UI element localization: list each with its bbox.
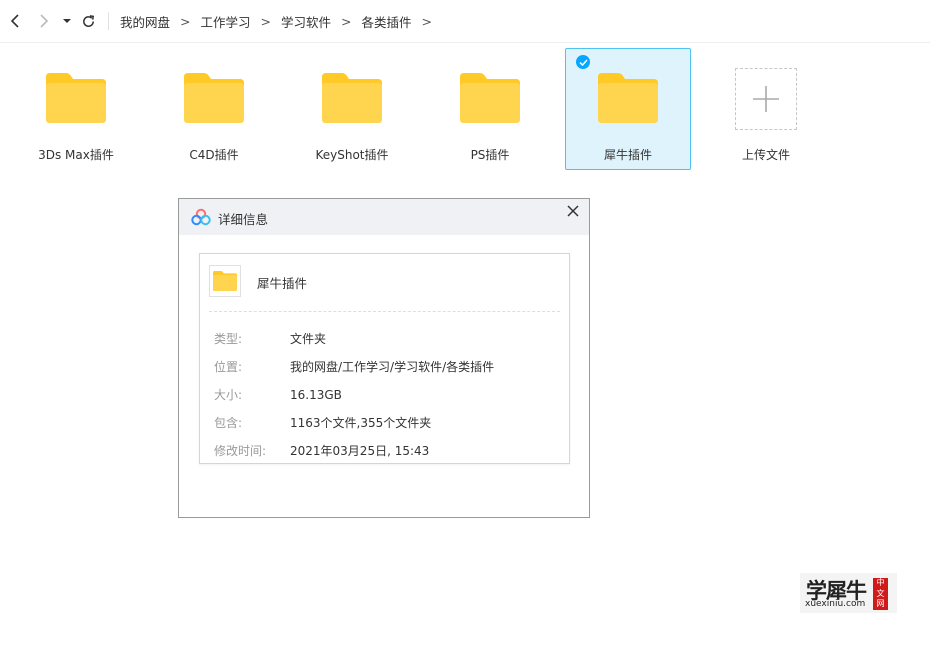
divider [209, 311, 560, 312]
breadcrumb-item-plugins[interactable]: 各类插件 [362, 12, 412, 31]
detail-label: 位置: [214, 360, 243, 374]
detail-label: 修改时间: [214, 444, 267, 458]
details-dialog: 详细信息 犀牛插件 类型: 文件夹 位置: 我的网盘/工作学习/学习软件/各类插件 … [178, 198, 590, 518]
folder-item-rhino[interactable]: 犀牛插件 [565, 48, 691, 170]
folder-icon [46, 73, 106, 123]
breadcrumb-item-work-study[interactable]: 工作学习 [201, 12, 251, 31]
detail-row-type: 类型: 文件夹 [214, 330, 326, 347]
detail-value: 文件夹 [290, 332, 327, 346]
file-name: PS插件 [470, 148, 510, 162]
detail-value: 2021年03月25日, 15:43 [290, 444, 430, 458]
history-dropdown-icon[interactable] [62, 12, 72, 30]
folder-icon [322, 73, 382, 123]
dialog-header: 详细信息 [179, 199, 589, 235]
folder-thumbnail [209, 265, 241, 297]
details-file-name: 犀牛插件 [257, 276, 308, 291]
upload-box[interactable] [735, 68, 797, 130]
details-card: 犀牛插件 类型: 文件夹 位置: 我的网盘/工作学习/学习软件/各类插件 大小: 16… [199, 253, 570, 464]
watermark-badge-char: 文 [876, 588, 885, 598]
refresh-icon[interactable] [80, 12, 96, 30]
folder-item-ps[interactable]: PS插件 [427, 48, 553, 170]
breadcrumb-separator: > [180, 13, 191, 29]
forward-icon[interactable] [37, 12, 51, 30]
back-icon[interactable] [8, 12, 22, 30]
file-name: C4D插件 [189, 148, 239, 162]
watermark-badge-char: 中 [876, 578, 885, 587]
detail-value: 1163个文件,355个文件夹 [290, 416, 432, 430]
folder-item-3ds-max[interactable]: 3Ds Max插件 [13, 48, 139, 170]
close-icon[interactable] [565, 203, 581, 219]
detail-row-modified: 修改时间: 2021年03月25日, 15:43 [214, 442, 429, 459]
detail-value: 我的网盘/工作学习/学习软件/各类插件 [290, 360, 495, 374]
breadcrumb-separator: > [341, 13, 352, 29]
file-name: KeyShot插件 [315, 148, 389, 162]
baidu-netdisk-logo-icon [191, 208, 211, 226]
toolbar: 我的网盘 > 工作学习 > 学习软件 > 各类插件 > [0, 0, 930, 43]
plus-icon [753, 86, 779, 112]
folder-icon [460, 73, 520, 123]
detail-label: 大小: [214, 388, 243, 402]
watermark-badge: 中 文 网 [873, 578, 888, 610]
detail-value: 16.13GB [290, 388, 342, 402]
folder-icon [598, 73, 658, 123]
watermark-logo: 学犀牛 xuexiniu.com 中 文 网 [800, 573, 897, 613]
folder-item-c4d[interactable]: C4D插件 [151, 48, 277, 170]
watermark-badge-char: 网 [876, 599, 885, 608]
breadcrumb-item-software[interactable]: 学习软件 [281, 12, 331, 31]
checkmark-icon[interactable] [576, 55, 590, 69]
folder-icon [213, 271, 237, 291]
breadcrumb: 我的网盘 > 工作学习 > 学习软件 > 各类插件 > [120, 12, 442, 30]
breadcrumb-separator: > [260, 13, 271, 29]
detail-label: 类型: [214, 332, 243, 346]
folder-item-keyshot[interactable]: KeyShot插件 [289, 48, 415, 170]
detail-row-size: 大小: 16.13GB [214, 386, 342, 403]
upload-label: 上传文件 [741, 148, 790, 162]
watermark-url: xuexiniu.com [805, 599, 866, 609]
detail-row-location: 位置: 我的网盘/工作学习/学习软件/各类插件 [214, 358, 494, 375]
detail-row-contains: 包含: 1163个文件,355个文件夹 [214, 414, 431, 431]
dialog-title: 详细信息 [218, 212, 269, 227]
folder-icon [184, 73, 244, 123]
upload-file-tile[interactable]: 上传文件 [703, 48, 829, 170]
toolbar-divider [108, 12, 109, 30]
file-name: 3Ds Max插件 [38, 148, 114, 162]
file-name: 犀牛插件 [603, 148, 652, 162]
breadcrumb-item-my-drive[interactable]: 我的网盘 [120, 12, 170, 31]
breadcrumb-separator: > [421, 13, 432, 29]
detail-label: 包含: [214, 416, 243, 430]
